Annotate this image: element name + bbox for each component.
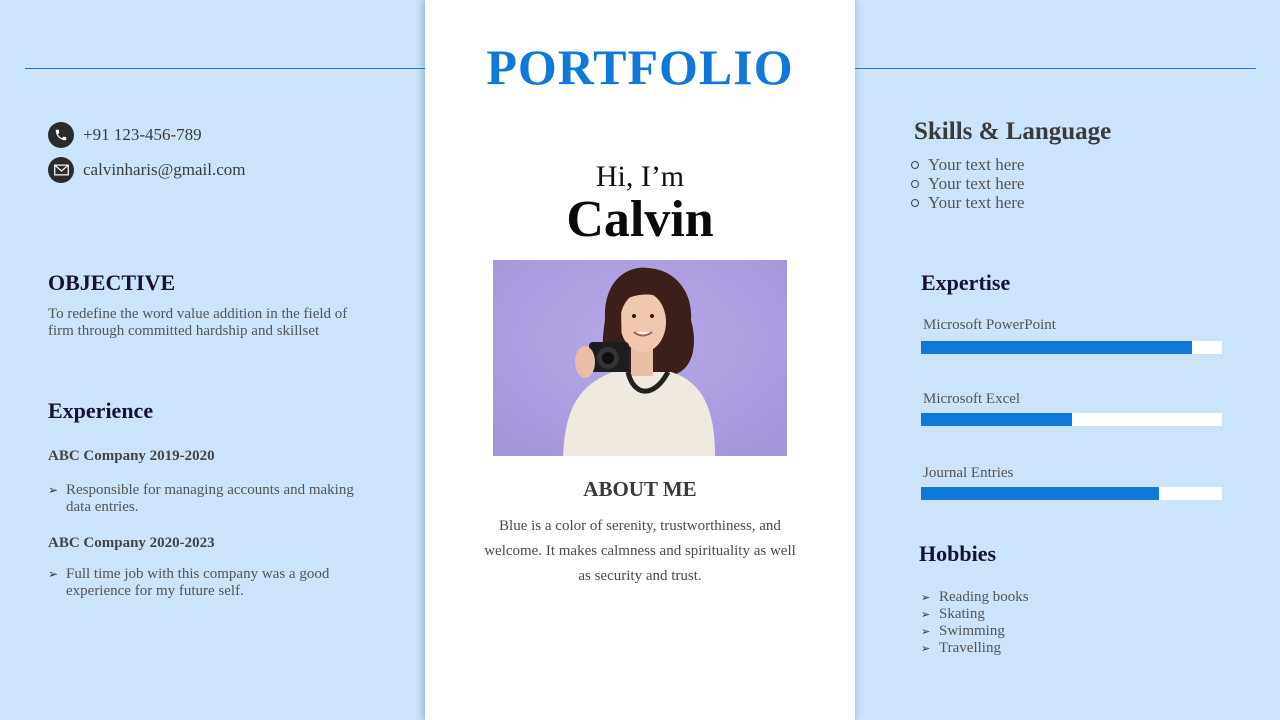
hobby-text: Skating [939,606,985,622]
header-rule-right [855,68,1256,69]
expertise-bar-fill [921,341,1192,354]
hobby-text: Travelling [939,640,1001,656]
contact-email: calvinharis@gmail.com [48,157,245,183]
expertise-bar-fill [921,413,1072,426]
hobby-text: Swimming [939,623,1005,639]
page-title: PORTFOLIO [486,39,794,95]
profile-photo-illustration [493,260,787,456]
skill-text: Your text here [928,173,1025,193]
job-bullet: ➢ Full time job with this company was a … [48,566,358,600]
expertise-bar [921,413,1222,426]
hobby-text: Reading books [939,589,1029,605]
about-heading: ABOUT ME [583,477,697,501]
mail-icon [48,157,74,183]
arrow-bullet-icon: ➢ [921,643,931,655]
hobby-item: ➢ Reading books [921,589,1029,606]
job-title: ABC Company 2020-2023 [48,535,215,551]
hobbies-heading: Hobbies [919,541,997,566]
email-address: calvinharis@gmail.com [83,160,246,179]
about-text: Blue is a color of serenity, trustworthi… [484,518,796,584]
expertise-bar [921,341,1222,354]
contact-phone: +91 123-456-789 [48,122,202,148]
job-description: Full time job with this company was a go… [66,566,330,599]
expertise-bar-fill [921,487,1159,500]
header-rule-left [25,68,425,69]
greeting: Hi, I’m [595,160,685,193]
arrow-bullet-icon: ➢ [921,592,931,604]
objective-text: To redefine the word value addition in t… [48,306,348,339]
skills-list: Your text here Your text here Your text … [910,155,1024,212]
skill-item: Your text here [910,193,1024,212]
expertise-heading: Expertise [921,270,1011,295]
circle-bullet-icon [911,160,919,169]
hobby-item: ➢ Travelling [921,640,1029,657]
person-name: Calvin [566,191,714,248]
center-panel: PORTFOLIO Hi, I’m Calvin ABOUT ME Blue i… [425,0,855,720]
circle-bullet-icon [911,198,919,207]
arrow-bullet-icon: ➢ [921,609,931,621]
arrow-bullet-icon: ➢ [48,567,59,581]
hobby-item: ➢ Skating [921,606,1029,623]
experience-heading: Experience [48,398,154,423]
phone-icon [48,122,74,148]
expertise-label: Journal Entries [923,465,1014,481]
expertise-bar [921,487,1222,500]
arrow-bullet-icon: ➢ [48,483,59,497]
hobbies-list: ➢ Reading books ➢ Skating ➢ Swimming ➢ Trave… [921,589,1029,657]
job-description: Responsible for managing accounts and ma… [66,482,354,515]
skill-item: Your text here [910,174,1024,193]
objective-heading: OBJECTIVE [48,270,176,295]
skills-heading: Skills & Language [914,118,1112,145]
circle-bullet-icon [911,179,919,188]
phone-number: +91 123-456-789 [83,125,202,144]
skill-text: Your text here [928,192,1025,212]
profile-photo [493,260,787,456]
job-bullet: ➢ Responsible for managing accounts and … [48,482,358,516]
expertise-label: Microsoft PowerPoint [923,317,1056,333]
expertise-label: Microsoft Excel [923,391,1021,407]
skill-item: Your text here [910,155,1024,174]
arrow-bullet-icon: ➢ [921,626,931,638]
skill-text: Your text here [928,154,1025,174]
hobby-item: ➢ Swimming [921,623,1029,640]
job-title: ABC Company 2019-2020 [48,448,215,464]
